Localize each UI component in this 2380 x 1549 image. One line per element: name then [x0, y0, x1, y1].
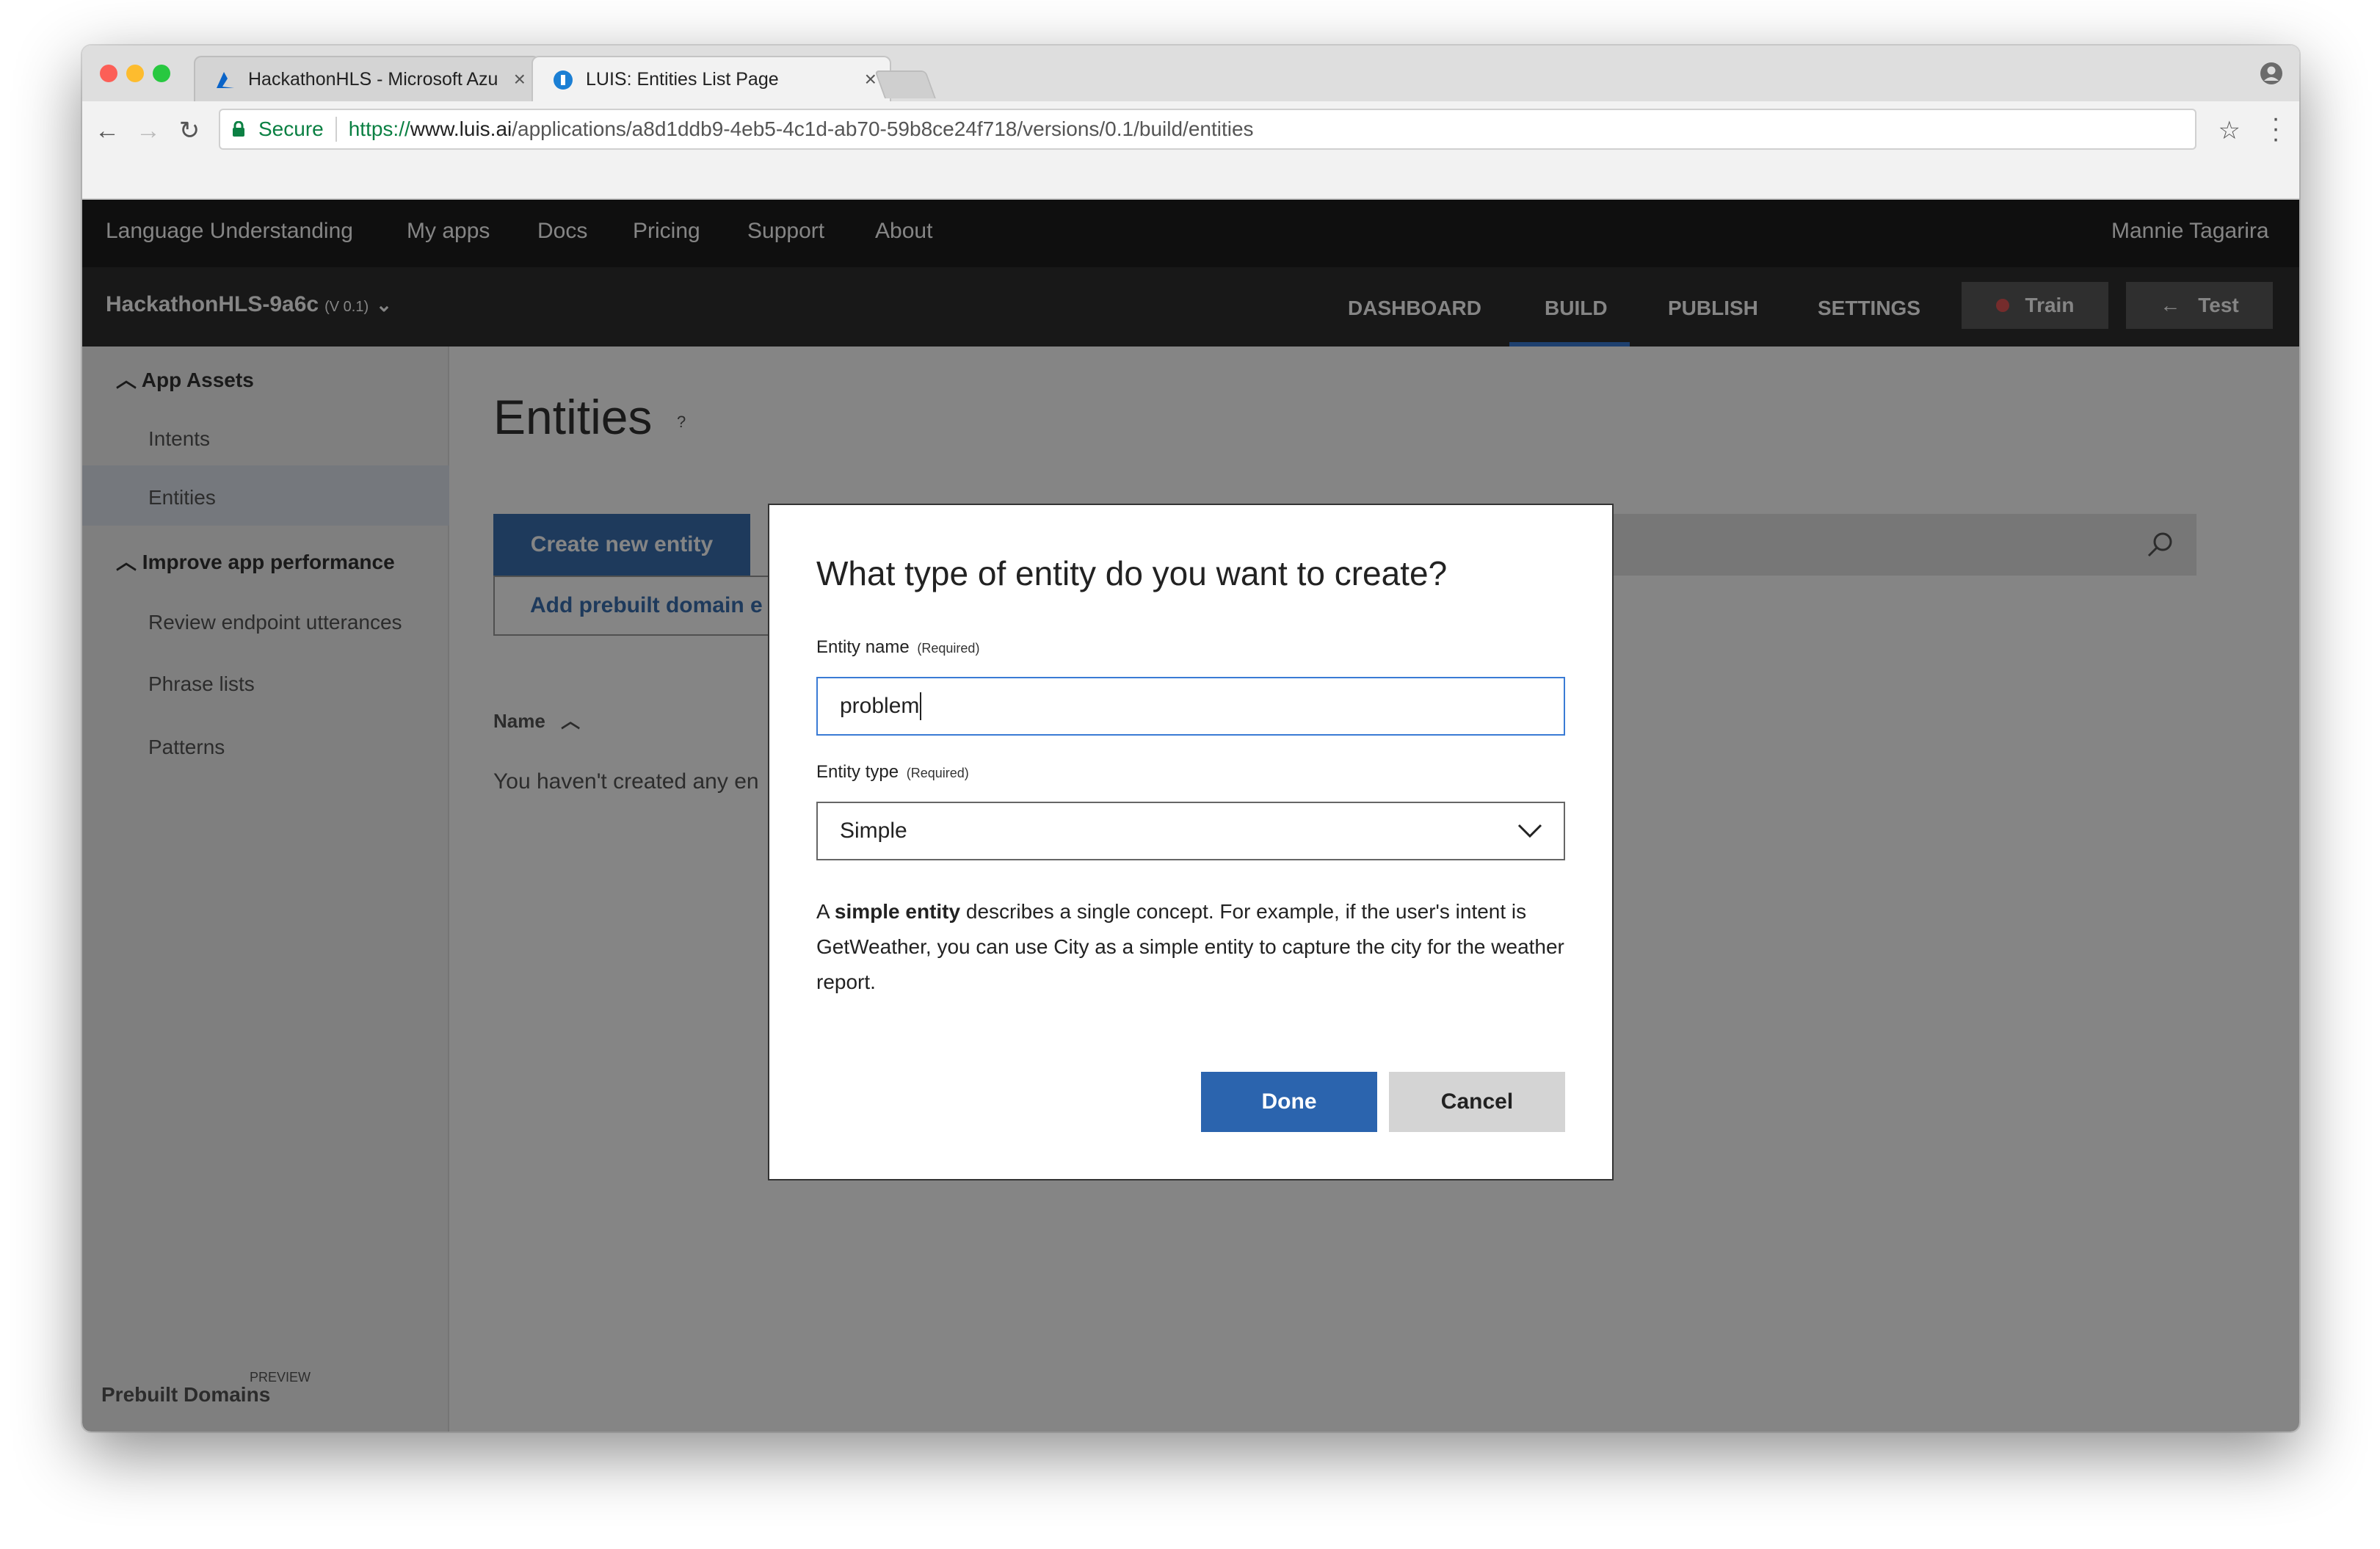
- required-tag: (Required): [906, 766, 969, 780]
- tab-azure[interactable]: HackathonHLS - Microsoft Azu ×: [194, 56, 540, 101]
- page-content: Language Understanding My apps Docs Pric…: [82, 200, 2299, 1432]
- create-entity-dialog: What type of entity do you want to creat…: [768, 504, 1614, 1180]
- tab-luis[interactable]: LUIS: Entities List Page ×: [531, 56, 891, 101]
- entity-type-select[interactable]: Simple: [816, 802, 1565, 860]
- cancel-button[interactable]: Cancel: [1389, 1072, 1565, 1132]
- description-prefix: A: [816, 900, 835, 923]
- tab-title: LUIS: Entities List Page: [586, 68, 779, 90]
- menu-kebab-icon[interactable]: · · ·: [2268, 106, 2283, 151]
- chevron-down-icon: [1517, 824, 1542, 838]
- back-arrow-icon[interactable]: ←: [92, 116, 122, 145]
- tab-close-icon[interactable]: ×: [865, 68, 877, 91]
- entity-type-label: Entity type (Required): [816, 762, 969, 783]
- text-cursor: [920, 692, 922, 720]
- url-scheme: https://: [348, 117, 410, 140]
- browser-toolbar: ← → ↻ Secure https:// www.luis.ai /appli…: [82, 101, 2299, 200]
- minimize-window-button[interactable]: [126, 65, 144, 82]
- luis-icon: [554, 70, 573, 90]
- new-tab-button[interactable]: [874, 70, 936, 98]
- address-bar[interactable]: Secure https:// www.luis.ai /application…: [219, 109, 2196, 150]
- browser-window: HackathonHLS - Microsoft Azu × LUIS: Ent…: [82, 46, 2299, 1432]
- url-host: www.luis.ai: [410, 117, 512, 140]
- tab-close-icon[interactable]: ×: [514, 68, 526, 91]
- secure-label: Secure: [258, 117, 324, 140]
- description-bold: simple entity: [834, 900, 961, 923]
- profile-icon[interactable]: [2260, 62, 2283, 85]
- entity-type-label-text: Entity type: [816, 762, 899, 782]
- reload-icon[interactable]: ↻: [175, 116, 204, 145]
- azure-icon: [217, 72, 234, 88]
- bookmark-star-icon[interactable]: ☆: [2218, 116, 2241, 145]
- lock-icon: [233, 121, 244, 137]
- address-separator: [335, 117, 337, 142]
- entity-type-description: A simple entity describes a single conce…: [816, 894, 1572, 1000]
- done-button[interactable]: Done: [1201, 1072, 1377, 1132]
- entity-name-label: Entity name (Required): [816, 637, 979, 658]
- required-tag: (Required): [917, 641, 980, 656]
- entity-name-label-text: Entity name: [816, 637, 910, 657]
- entity-name-value: problem: [840, 694, 920, 718]
- dialog-title: What type of entity do you want to creat…: [816, 554, 1448, 592]
- maximize-window-button[interactable]: [153, 65, 170, 82]
- close-window-button[interactable]: [100, 65, 117, 82]
- tab-title: HackathonHLS - Microsoft Azu: [248, 68, 498, 90]
- tab-strip: HackathonHLS - Microsoft Azu × LUIS: Ent…: [82, 46, 2299, 101]
- secure-indicator[interactable]: Secure: [232, 117, 324, 141]
- entity-type-value: Simple: [840, 819, 907, 843]
- entity-name-input[interactable]: problem: [816, 677, 1565, 736]
- forward-arrow-icon[interactable]: →: [134, 116, 163, 145]
- url-path: /applications/a8d1ddb9-4eb5-4c1d-ab70-59…: [512, 117, 1254, 140]
